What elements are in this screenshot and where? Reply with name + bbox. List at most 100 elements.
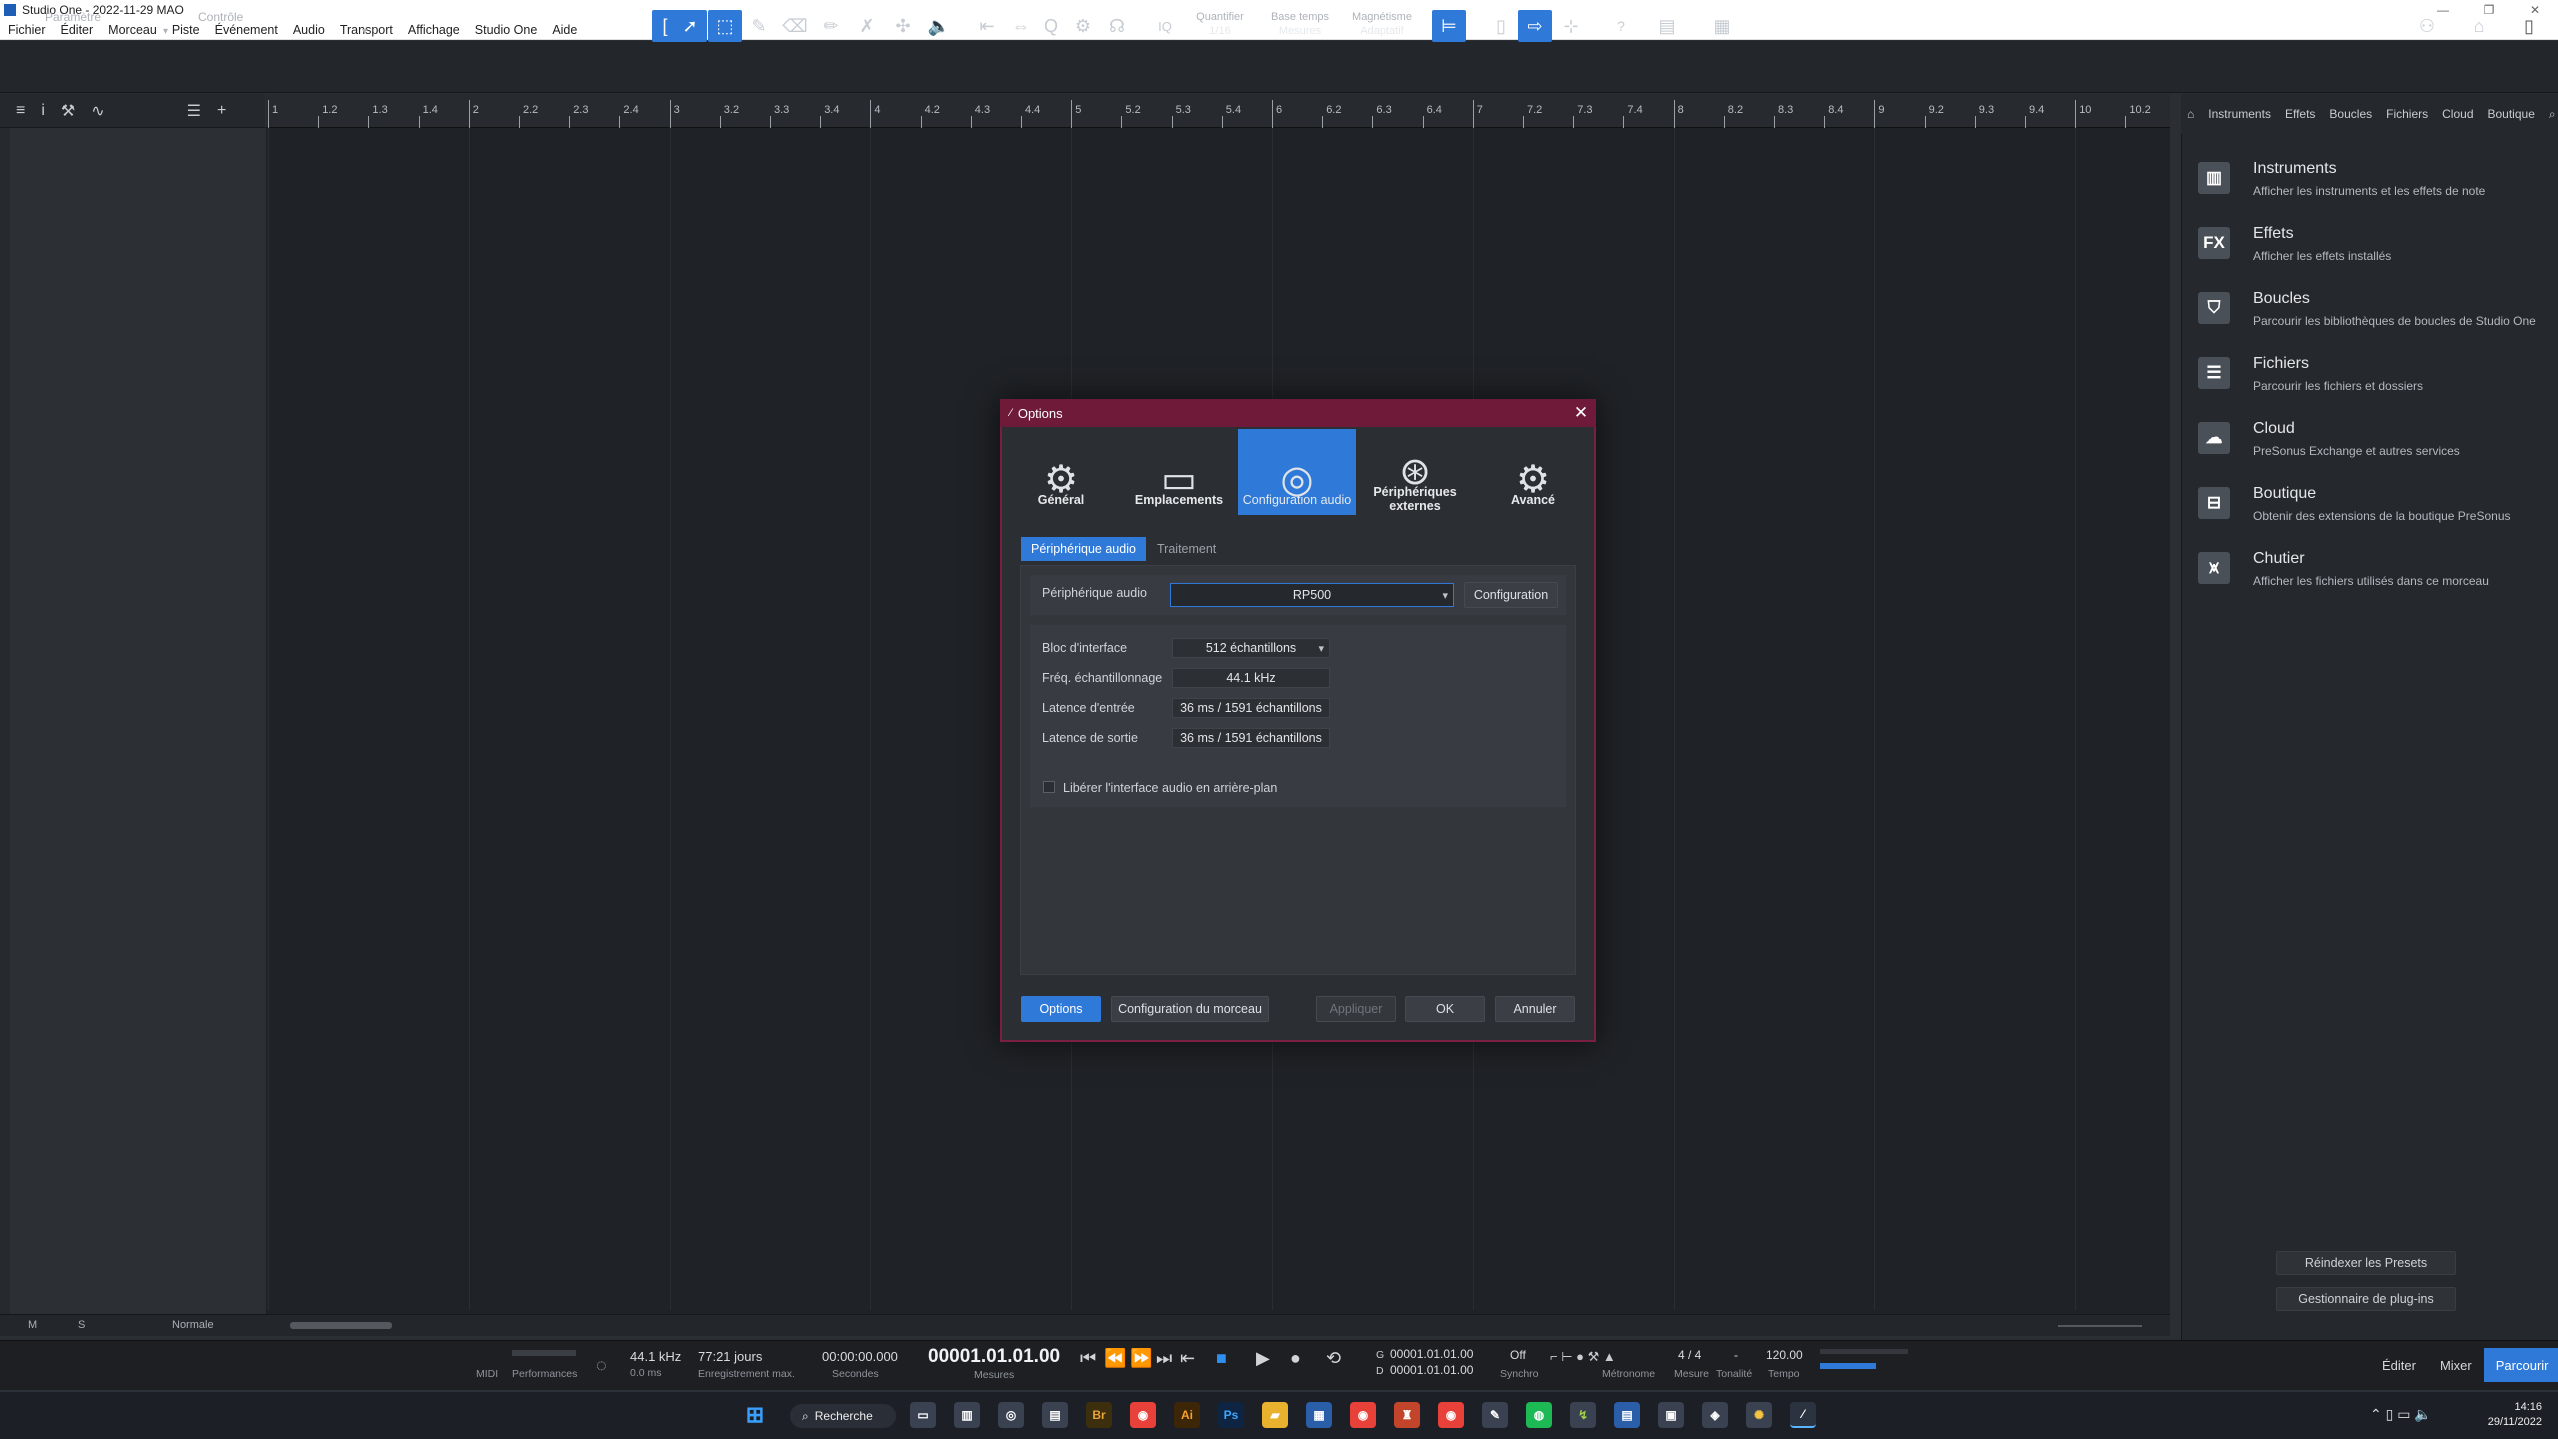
horizontal-scrollbar[interactable] (290, 1322, 392, 1329)
performance-label[interactable]: Performances (512, 1368, 577, 1380)
tab-advanced[interactable]: ⚙ Avancé (1474, 429, 1592, 515)
apply-button[interactable]: Appliquer (1316, 996, 1396, 1022)
control-dropdown[interactable]: Contrôle ▾ (198, 10, 374, 42)
listen-tool-button[interactable]: 🔈 (922, 10, 956, 42)
tab-external-devices[interactable]: ⊛ Périphériques externes (1356, 429, 1474, 515)
options-button[interactable]: Options (1021, 996, 1101, 1022)
reindex-presets-button[interactable]: Réindexer les Presets (2276, 1251, 2456, 1275)
studio-one-taskbar-icon[interactable]: ⁄ (1790, 1402, 1816, 1428)
iq-button[interactable]: IQ (1148, 10, 1182, 42)
tempo-value[interactable]: 120.00 (1766, 1348, 1803, 1362)
browser-tab-instruments[interactable]: Instruments (2208, 107, 2271, 121)
play-icon[interactable]: ▶ (1256, 1348, 1270, 1369)
arrow-tool-button[interactable]: ➚ (673, 10, 707, 42)
loop-end-display[interactable]: 00001.01.01.00 (1390, 1363, 1473, 1377)
bend-tool-button[interactable]: ✣ (886, 10, 920, 42)
panel-icon[interactable]: ▯ (2512, 10, 2546, 42)
dialog-close-icon[interactable]: ✕ (1570, 401, 1592, 425)
app-icon-6[interactable]: ▣ (1658, 1402, 1684, 1428)
mixer-view-button[interactable]: Mixer (2428, 1348, 2484, 1382)
calculator-icon[interactable]: ▦ (1306, 1402, 1332, 1428)
stretch-button[interactable]: ⇔ (1004, 10, 1038, 42)
cancel-button[interactable]: Annuler (1495, 996, 1575, 1022)
stop-icon[interactable]: ■ (1216, 1348, 1227, 1369)
browser-item-boutique[interactable]: ⊟ Boutique Obtenir des extensions de la bo… (2198, 479, 2538, 539)
tab-general[interactable]: ⚙ Général (1002, 429, 1120, 515)
track-height-mode[interactable]: Normale (172, 1319, 214, 1331)
quantize-selector[interactable]: Quantifier 1/16 (1190, 10, 1250, 38)
ok-button[interactable]: OK (1405, 996, 1485, 1022)
taskbar-search[interactable]: ⌕ Recherche (790, 1404, 896, 1428)
mute-tool-button[interactable]: ✗ (850, 10, 884, 42)
browser-item-cloud[interactable]: ☁ Cloud PreSonus Exchange et autres servic… (2198, 414, 2538, 474)
master-volume-slider[interactable] (1820, 1363, 1876, 1369)
app-icon-4[interactable]: ✎ (1482, 1402, 1508, 1428)
menu-aide[interactable]: Aide (552, 23, 577, 37)
timebase-selector[interactable]: Base temps Mesures (1262, 10, 1338, 38)
browser-item-fichiers[interactable]: ☰ Fichiers Parcourir les fichiers et dossi… (2198, 349, 2538, 409)
browser-tab-cloud[interactable]: Cloud (2442, 107, 2473, 121)
loop-start-display[interactable]: 00001.01.01.00 (1390, 1347, 1473, 1361)
rewind-icon[interactable]: ⏪ (1104, 1348, 1126, 1369)
range-select-tool-button[interactable]: ⬚ (708, 10, 742, 42)
help-button[interactable]: ? (1604, 10, 1638, 42)
info-icon[interactable]: i (41, 102, 45, 120)
track-options-icon[interactable]: ☰ (187, 101, 201, 121)
browse-view-button[interactable]: Parcourir (2483, 1348, 2558, 1382)
mute-all-button[interactable]: M (28, 1319, 37, 1331)
browser-item-effets[interactable]: FX Effets Afficher les effets installés (2198, 219, 2538, 279)
audio-device-select[interactable]: RP500 (1170, 583, 1454, 607)
autoscroll-button[interactable]: ⇨ (1518, 10, 1552, 42)
list-icon[interactable]: ≡ (16, 102, 25, 120)
split-at-cursor-button[interactable]: ⇤ (970, 10, 1004, 42)
fast-forward-icon[interactable]: ⏩ (1130, 1348, 1152, 1369)
return-to-zero-icon[interactable]: ⏮ (1080, 1348, 1096, 1369)
browser-item-chutier[interactable]: ⩙ Chutier Afficher les fichiers utilisés d… (2198, 544, 2538, 604)
app-icon-1[interactable]: ◎ (998, 1402, 1024, 1428)
position-display[interactable]: 00001.01.01.00 (928, 1346, 1060, 1368)
parameter-dropdown[interactable]: Paramètre ▾ (45, 10, 175, 42)
user-icon[interactable]: ⚇ (2410, 10, 2444, 42)
app-icon-8[interactable]: ✺ (1746, 1402, 1772, 1428)
loop-icon[interactable]: ⟲ (1326, 1348, 1341, 1369)
menu-affichage[interactable]: Affichage (408, 23, 460, 37)
record-icon[interactable]: ● (1290, 1348, 1301, 1369)
widgets-icon[interactable]: ▥ (954, 1402, 980, 1428)
windows-start-icon[interactable]: ⊞ (742, 1402, 768, 1428)
release-audio-checkbox[interactable] (1043, 781, 1055, 793)
solo-all-button[interactable]: S (78, 1319, 85, 1331)
precount-icon[interactable]: ⌐ ⊢ ● ⚒ ▲ (1550, 1349, 1616, 1365)
chrome-profile-icon[interactable]: ◉ (1438, 1402, 1464, 1428)
gear-icon[interactable]: ⚙ (1066, 10, 1100, 42)
browser-tab-boutique[interactable]: Boutique (2488, 107, 2535, 121)
notepad-icon[interactable]: ▤ (1614, 1402, 1640, 1428)
zoom-slider[interactable] (2058, 1325, 2142, 1327)
chrome-icon[interactable]: ◉ (1130, 1402, 1156, 1428)
go-to-marker-icon[interactable]: ⇤ (1180, 1348, 1195, 1369)
headphone-icon[interactable]: ☊ (1100, 10, 1134, 42)
song-configuration-button[interactable]: Configuration du morceau (1111, 996, 1269, 1022)
bridge-icon[interactable]: Br (1086, 1402, 1112, 1428)
file-explorer-icon[interactable]: ▰ (1262, 1402, 1288, 1428)
tab-locations[interactable]: ▭ Emplacements (1120, 429, 1238, 515)
chrome-alt-icon[interactable]: ◉ (1350, 1402, 1376, 1428)
spotify-icon[interactable]: ◍ (1526, 1402, 1552, 1428)
taskbar-clock[interactable]: 14:16 29/11/2022 (2482, 1400, 2542, 1430)
split-tool-button[interactable]: ✎ (742, 10, 776, 42)
task-view-icon[interactable]: ▭ (910, 1402, 936, 1428)
home-icon[interactable]: ⌂ (2462, 10, 2496, 42)
illustrator-icon[interactable]: Ai (1174, 1402, 1200, 1428)
app-icon-5[interactable]: ↯ (1570, 1402, 1596, 1428)
key-value[interactable]: - (1734, 1348, 1738, 1362)
app-icon-2[interactable]: ▤ (1042, 1402, 1068, 1428)
cursor-follow-button[interactable]: ⊹ (1554, 10, 1588, 42)
paint-tool-button[interactable]: ✏ (814, 10, 848, 42)
wrench-icon[interactable]: ⚒ (61, 101, 75, 121)
subtab-processing[interactable]: Traitement (1147, 537, 1226, 561)
menu-piste[interactable]: Piste (172, 23, 200, 37)
automation-icon[interactable]: ∿ (91, 101, 104, 121)
app-icon-7[interactable]: ◈ (1702, 1402, 1728, 1428)
menu-fichier[interactable]: Fichier (8, 23, 46, 37)
snap-selector[interactable]: Magnétisme Adaptatif (1346, 10, 1418, 38)
tab-audio-setup[interactable]: ◎ Configuration audio (1238, 429, 1356, 515)
